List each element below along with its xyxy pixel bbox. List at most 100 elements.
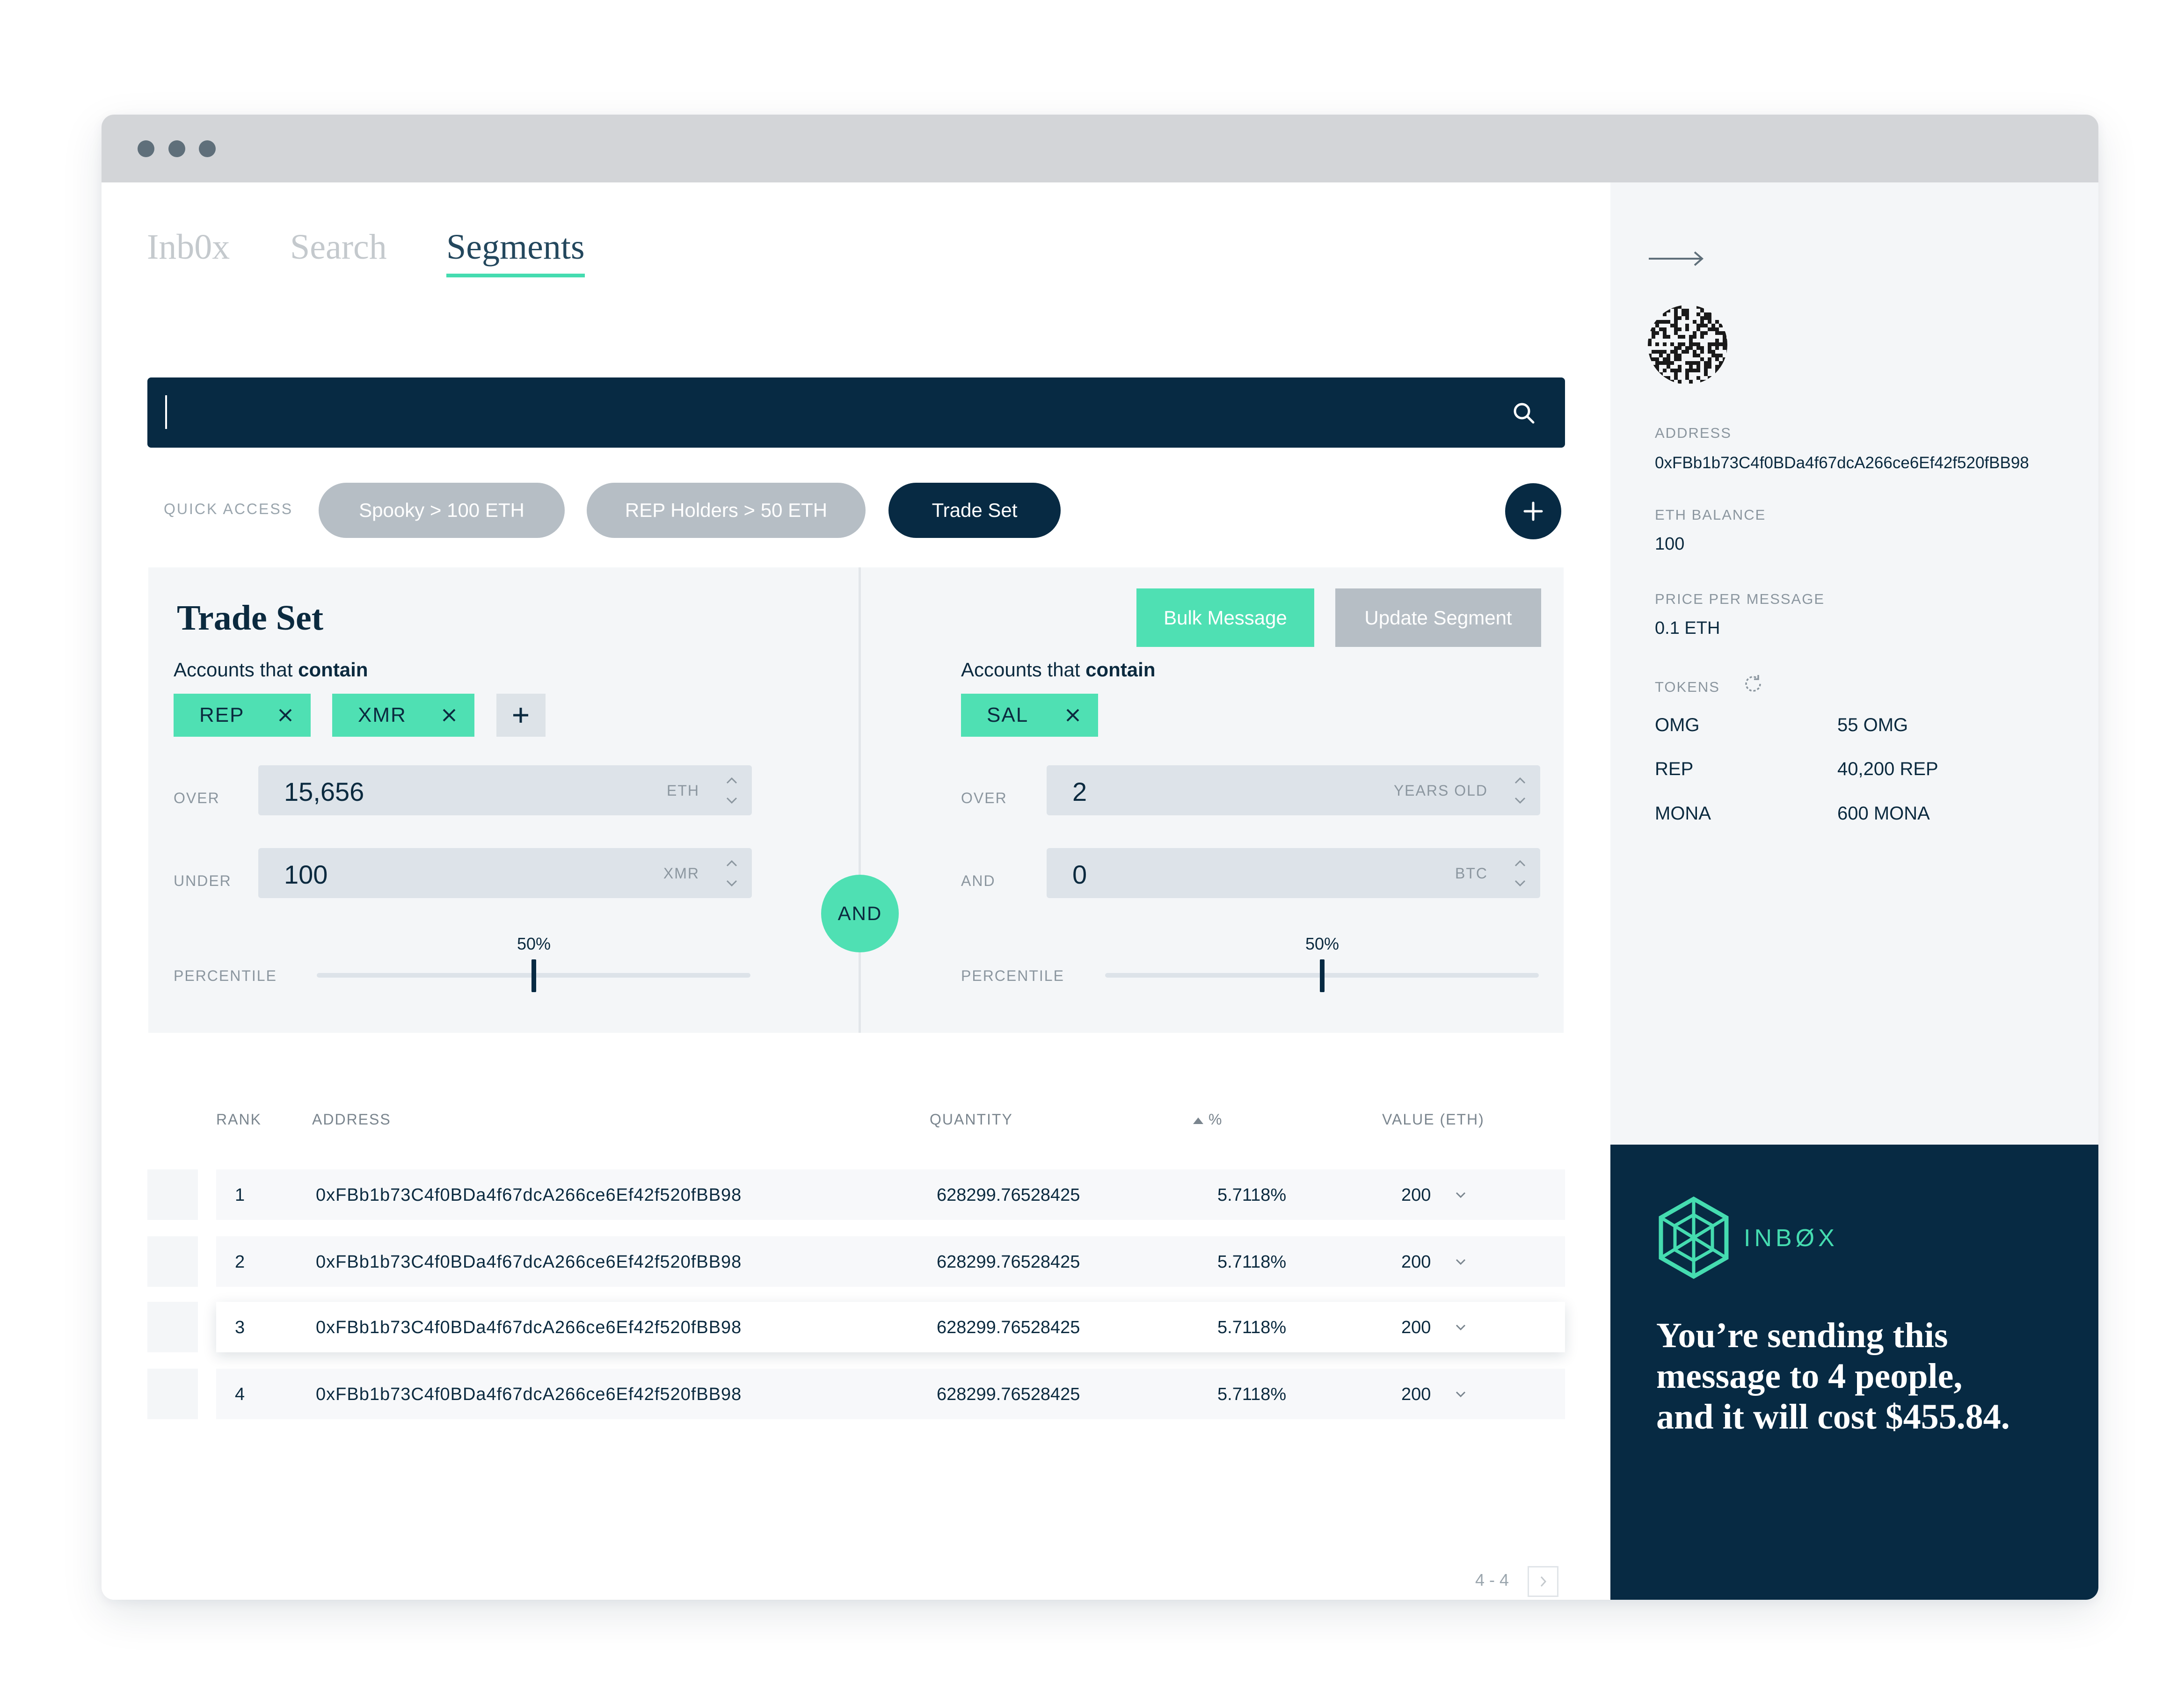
left-under-value[interactable]: 100 [284,859,328,890]
app-window: Inb0x Search Segments QUICK ACCESS Spook… [102,115,2098,1600]
row-value: 200 [1401,1252,1431,1272]
row-rank: 1 [235,1185,245,1205]
slider-thumb[interactable] [531,959,536,992]
row-address: 0xFBb1b73C4f0BDa4f67dcA266ce6Ef42f520fBB… [316,1318,742,1337]
window-close-button[interactable] [138,140,154,157]
column-header-percent-label: % [1208,1111,1223,1128]
tag-xmr: XMR [332,694,474,737]
column-header-rank[interactable]: RANK [216,1111,262,1128]
row-quantity: 628299.76528425 [937,1185,1080,1205]
row-quantity: 628299.76528425 [937,1318,1080,1337]
table-row[interactable]: 4 0xFBb1b73C4f0BDa4f67dcA266ce6Ef42f520f… [216,1369,1565,1419]
send-summary-card: INBØX You’re sending this message to 4 p… [1610,1145,2098,1600]
main-content: Inb0x Search Segments QUICK ACCESS Spook… [102,182,1610,1600]
column-header-address[interactable]: ADDRESS [312,1111,391,1128]
add-tag-button[interactable] [496,694,546,737]
search-input[interactable] [165,395,167,429]
next-page-button[interactable] [1528,1566,1558,1597]
right-percentile-slider[interactable]: 50% [1105,934,1539,992]
row-percent: 5.7118% [1217,1185,1287,1205]
right-and-field[interactable]: 0 BTC [1047,848,1540,898]
left-percentile-slider[interactable]: 50% [317,934,750,992]
active-tab-underline [446,274,585,277]
segment-editor: Trade Set Bulk Message Update Segment Ac… [148,567,1564,1033]
right-and-value[interactable]: 0 [1072,859,1087,890]
price-value: 0.1 ETH [1655,618,1720,638]
chevron-down-icon[interactable] [1454,1188,1468,1202]
tab-segments-label: Segments [446,227,585,267]
bulk-message-button[interactable]: Bulk Message [1136,588,1314,647]
chevron-down-icon[interactable] [1454,1320,1468,1335]
stepper-icon[interactable] [724,856,740,891]
right-field-2-label: AND [961,872,996,889]
right-percentile-label: PERCENTILE [961,967,1064,984]
left-over-value[interactable]: 15,656 [284,776,364,807]
address-value: 0xFBb1b73C4f0BDa4f67dcA266ce6Ef42f520fBB… [1655,454,2029,472]
search-icon[interactable] [1511,400,1537,426]
stepper-icon[interactable] [1512,856,1528,891]
table-row[interactable]: 2 0xFBb1b73C4f0BDa4f67dcA266ce6Ef42f520f… [216,1236,1565,1287]
left-field-2-label: UNDER [174,872,232,889]
search-bar[interactable] [147,377,1565,448]
row-percent: 5.7118% [1217,1252,1287,1272]
tag-sal-label: SAL [987,704,1029,726]
column-header-value[interactable]: VALUE (ETH) [1382,1111,1485,1128]
right-accounts-bold: contain [1085,659,1156,681]
row-quantity: 628299.76528425 [937,1385,1080,1404]
close-icon[interactable] [1065,708,1080,723]
identicon-pattern [1648,305,1727,385]
row-value: 200 [1401,1318,1431,1337]
quick-access-chip-rep-holders[interactable]: REP Holders > 50 ETH [587,483,866,538]
close-icon[interactable] [278,708,293,723]
tag-sal: SAL [961,694,1098,737]
token-amount: 600 MONA [1837,803,1930,824]
quick-access-chip-spooky[interactable]: Spooky > 100 ETH [319,483,565,538]
quick-access-chip-trade-set[interactable]: Trade Set [888,483,1061,538]
refresh-icon[interactable] [1742,673,1764,695]
tag-rep: REP [174,694,311,737]
stepper-icon[interactable] [1512,773,1528,808]
left-accounts-label: Accounts that contain [174,659,368,681]
row-select-box[interactable] [147,1302,198,1352]
row-value: 200 [1401,1385,1431,1404]
window-maximize-button[interactable] [199,140,216,157]
send-summary-message: You’re sending this message to 4 people,… [1656,1316,2010,1437]
row-select-box[interactable] [147,1169,198,1220]
tab-inbox[interactable]: Inb0x [147,227,230,268]
token-symbol: OMG [1655,715,1700,735]
tokens-label: TOKENS [1655,679,1720,695]
panel-divider [859,567,861,1033]
left-over-field[interactable]: 15,656 ETH [258,765,752,815]
right-field-1-label: OVER [961,790,1007,806]
right-and-unit: BTC [1455,865,1488,882]
token-amount: 40,200 REP [1837,759,1938,779]
left-under-field[interactable]: 100 XMR [258,848,752,898]
right-accounts-label: Accounts that contain [961,659,1156,681]
close-icon[interactable] [442,708,457,723]
stepper-icon[interactable] [724,773,740,808]
add-segment-button[interactable] [1505,483,1561,539]
left-accounts-bold: contain [298,659,368,681]
tab-search[interactable]: Search [290,227,387,268]
column-header-quantity[interactable]: QUANTITY [930,1111,1013,1128]
left-under-unit: XMR [663,865,699,882]
row-quantity: 628299.76528425 [937,1252,1080,1272]
window-minimize-button[interactable] [168,140,185,157]
arrow-right-icon[interactable] [1648,247,1705,270]
left-accounts-prefix: Accounts that [174,659,298,681]
chevron-down-icon[interactable] [1454,1387,1468,1401]
table-row-selected[interactable]: 3 0xFBb1b73C4f0BDa4f67dcA266ce6Ef42f520f… [216,1302,1565,1352]
identicon-avatar [1648,305,1727,385]
update-segment-button[interactable]: Update Segment [1335,588,1541,647]
right-over-unit: YEARS OLD [1393,782,1488,799]
segment-title: Trade Set [177,598,324,638]
table-row[interactable]: 1 0xFBb1b73C4f0BDa4f67dcA266ce6Ef42f520f… [216,1169,1565,1220]
row-select-box[interactable] [147,1236,198,1287]
tab-segments[interactable]: Segments [446,227,585,277]
right-over-field[interactable]: 2 YEARS OLD [1047,765,1540,815]
chevron-down-icon[interactable] [1454,1255,1468,1269]
row-select-box[interactable] [147,1369,198,1419]
column-header-percent[interactable]: % [1192,1111,1223,1128]
slider-thumb[interactable] [1320,959,1325,992]
right-over-value[interactable]: 2 [1072,776,1087,807]
